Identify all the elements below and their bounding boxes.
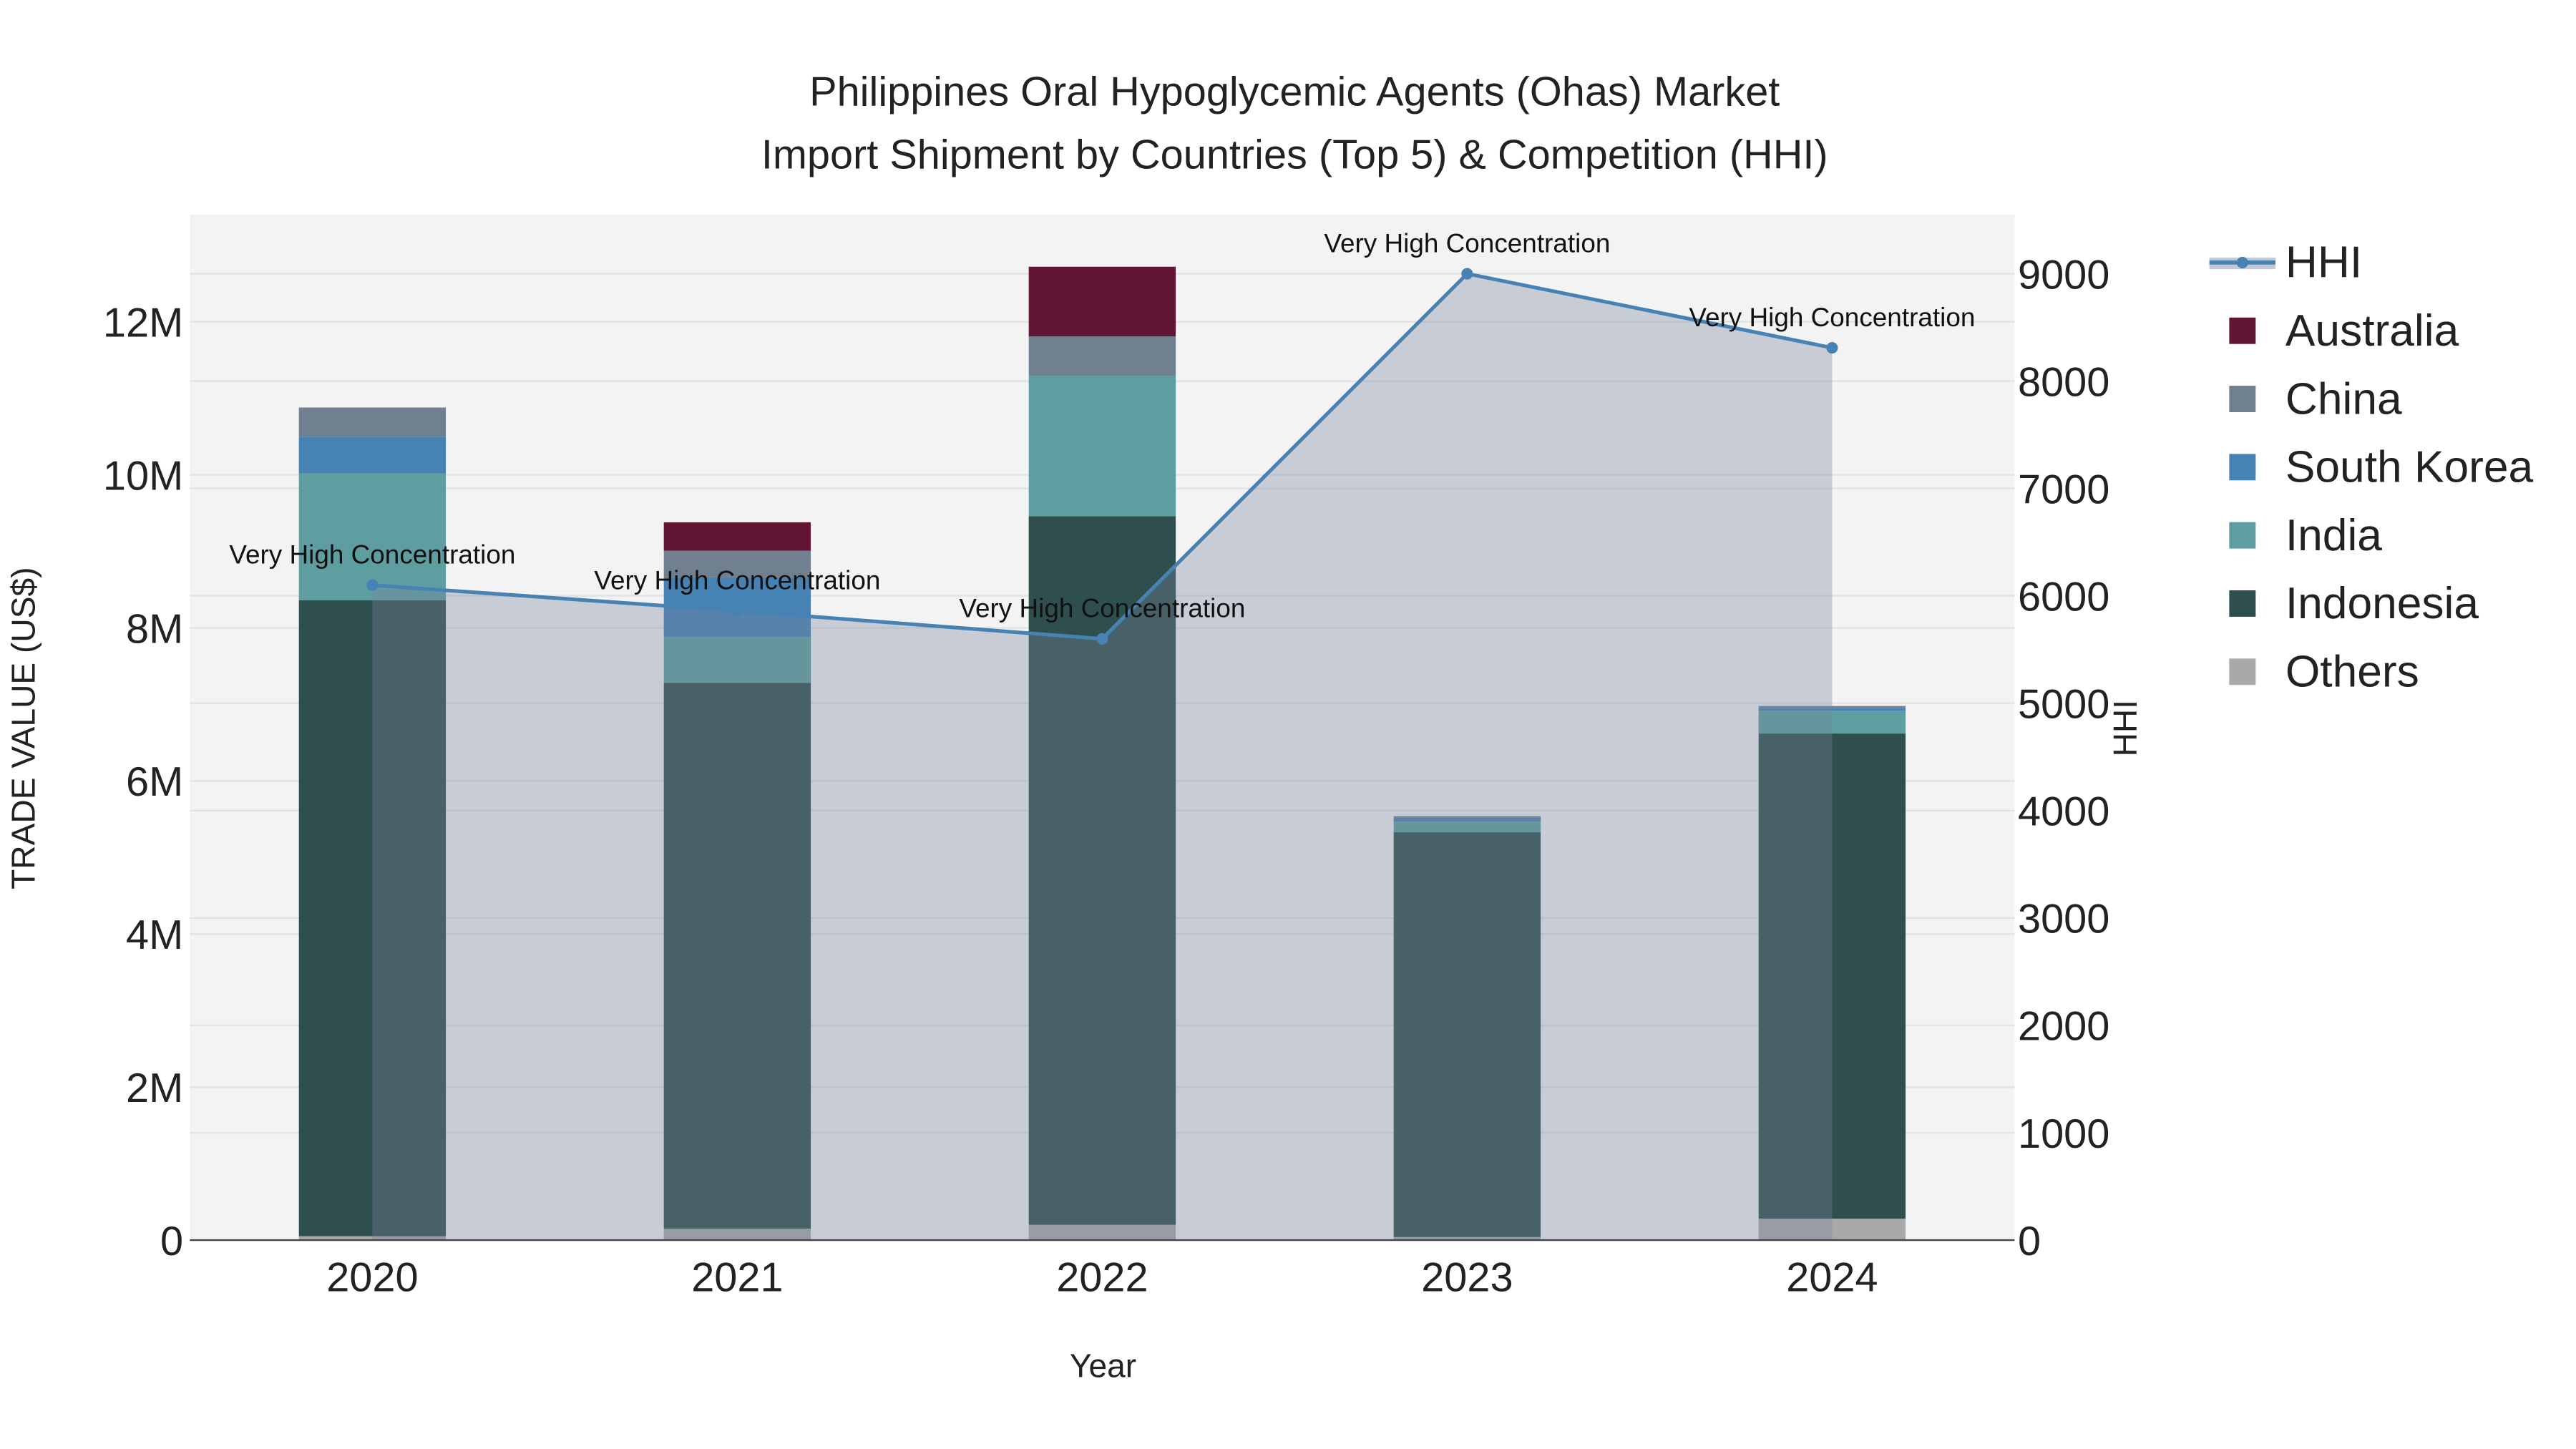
- y2-tick-label: 4000: [2018, 789, 2109, 835]
- legend-swatch-indonesia: [2229, 590, 2256, 617]
- legend-label: Others: [2285, 648, 2419, 697]
- hhi-annotation: Very High Concentration: [959, 594, 1245, 623]
- legend: HHI Australia China South Korea India Indones…: [2209, 238, 2534, 697]
- legend-swatch-china: [2229, 386, 2256, 412]
- hhi-point-2020: [366, 579, 379, 591]
- y-tick-label: 8M: [126, 606, 183, 652]
- legend-swatch-india: [2229, 522, 2256, 549]
- x-tick-label: 2021: [691, 1255, 783, 1301]
- bar-china-2020: [298, 407, 447, 437]
- y2-tick-label: 5000: [2018, 682, 2109, 728]
- x-tick-label: 2022: [1056, 1255, 1148, 1301]
- legend-swatch-australia: [2229, 317, 2256, 344]
- y2-tick-label: 8000: [2018, 359, 2109, 405]
- y2-tick-label: 2000: [2018, 1004, 2109, 1050]
- legend-hhi-marker: [2236, 256, 2248, 268]
- y-tick-label: 4M: [126, 912, 183, 958]
- chart: Very High Concentration Very High Concent…: [4, 69, 2534, 1385]
- legend-label: China: [2285, 374, 2402, 424]
- bar-india-2022: [1028, 376, 1176, 517]
- hhi-annotation: Very High Concentration: [594, 566, 880, 595]
- y2-tick-label: 0: [2018, 1219, 2041, 1264]
- x-tick-label: 2023: [1421, 1255, 1513, 1301]
- y2-tick-label: 6000: [2018, 574, 2109, 620]
- y-tick-label: 12M: [103, 300, 183, 346]
- y2-tick-label: 1000: [2018, 1111, 2109, 1157]
- x-axis-ticks: 2020 2021 2022 2023 2024: [326, 1255, 1878, 1301]
- y-axis-label: TRADE VALUE (US$): [4, 567, 42, 889]
- bar-china-2022: [1028, 336, 1176, 376]
- y2-tick-label: 3000: [2018, 897, 2109, 942]
- y-axis-ticks: 0 2M 4M 6M 8M 10M 12M: [103, 300, 183, 1264]
- legend-label: India: [2285, 511, 2382, 560]
- chart-title-line2: Import Shipment by Countries (Top 5) & C…: [761, 132, 1828, 177]
- y-tick-label: 6M: [126, 759, 183, 805]
- hhi-point-2024: [1826, 341, 1838, 354]
- x-tick-label: 2020: [326, 1255, 418, 1301]
- chart-title-line1: Philippines Oral Hypoglycemic Agents (Oh…: [809, 69, 1780, 115]
- y2-axis-label: HHI: [2107, 700, 2144, 756]
- hhi-point-2023: [1461, 268, 1473, 280]
- legend-label: Indonesia: [2285, 579, 2479, 628]
- y-tick-label: 2M: [126, 1065, 183, 1111]
- hhi-point-2022: [1096, 633, 1108, 645]
- hhi-annotation: Very High Concentration: [229, 540, 515, 570]
- y-tick-label: 10M: [103, 453, 183, 499]
- legend-swatch-south-korea: [2229, 454, 2256, 481]
- bar-south-korea-2020: [298, 436, 447, 474]
- legend-label: HHI: [2285, 238, 2362, 288]
- y2-tick-label: 7000: [2018, 467, 2109, 512]
- bar-australia-2022: [1028, 266, 1176, 337]
- y-tick-label: 0: [160, 1219, 183, 1264]
- bar-australia-2021: [663, 522, 811, 551]
- legend-swatch-others: [2229, 658, 2256, 686]
- y2-axis-ticks: 0 1000 2000 3000 4000 5000 6000 7000 8000 9000: [2018, 252, 2109, 1264]
- hhi-annotation: Very High Concentration: [1689, 303, 1975, 332]
- hhi-annotation: Very High Concentration: [1324, 229, 1610, 258]
- x-axis-label: Year: [1070, 1347, 1136, 1385]
- hhi-point-2021: [731, 605, 743, 617]
- x-tick-label: 2024: [1786, 1255, 1878, 1301]
- legend-label: South Korea: [2285, 443, 2534, 492]
- y2-tick-label: 9000: [2018, 252, 2109, 298]
- legend-label: Australia: [2285, 306, 2459, 356]
